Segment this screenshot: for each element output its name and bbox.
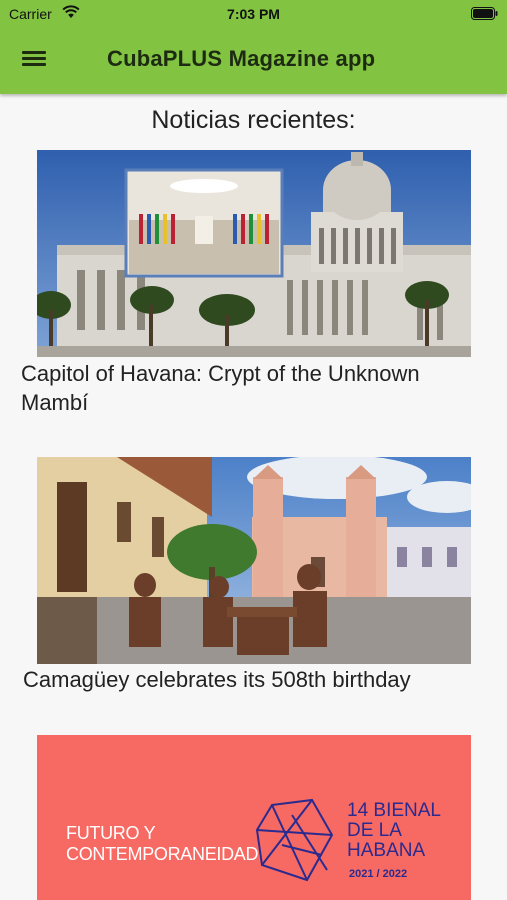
bienal-logo-icon [255,798,334,882]
top-app-bar: Carrier 7:03 PM CubaPLUS Magazine app [0,0,507,94]
app-title: CubaPLUS Magazine app [107,46,376,71]
news-card-camaguey[interactable]: Camagüey celebrates its 508th birthday [0,457,507,697]
clock: 7:03 PM [227,6,280,22]
status-bar: Carrier 7:03 PM [0,0,507,28]
article-image-camaguey[interactable] [37,457,471,664]
article-image-capitol[interactable] [37,150,471,357]
battery-icon [471,7,498,23]
poster-years: 2021 / 2022 [349,868,408,880]
article-title[interactable]: Capitol of Havana: Crypt of the Unknown … [21,359,491,417]
poster-right-text: 14 BIENAL DE LA HABANA [347,800,441,861]
article-title[interactable]: Camagüey celebrates its 508th birthday [23,665,493,694]
hamburger-menu-icon[interactable] [22,48,48,72]
news-card-bienal[interactable]: FUTURO Y CONTEMPORANEIDAD 14 BIENAL DE L… [0,735,507,900]
article-image-bienal[interactable]: FUTURO Y CONTEMPORANEIDAD 14 BIENAL DE L… [37,735,471,900]
news-card-capitol[interactable]: Capitol of Havana: Crypt of the Unknown … [0,150,507,420]
poster-left-text: FUTURO Y CONTEMPORANEIDAD [66,823,259,864]
app-bar: CubaPLUS Magazine app [0,40,507,82]
section-heading: Noticias recientes: [151,106,356,134]
